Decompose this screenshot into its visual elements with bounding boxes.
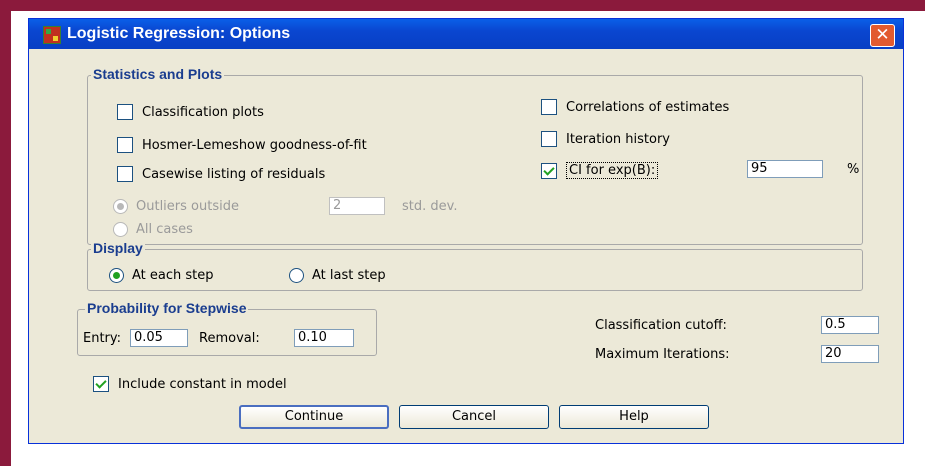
checkbox-box[interactable] bbox=[117, 166, 133, 182]
continue-button[interactable]: Continue bbox=[239, 405, 389, 429]
classification-cutoff-input[interactable]: 0.5 bbox=[821, 316, 879, 334]
cancel-button[interactable]: Cancel bbox=[399, 405, 549, 429]
checkbox-box[interactable] bbox=[117, 104, 133, 120]
spss-app-icon bbox=[43, 26, 61, 44]
entry-input[interactable]: 0.05 bbox=[130, 329, 188, 347]
dialog-title: Logistic Regression: Options bbox=[67, 25, 291, 42]
at-each-step-radio[interactable]: At each step bbox=[109, 268, 214, 283]
ci-level-input[interactable]: 95 bbox=[747, 160, 823, 178]
classification-plots-label: Classification plots bbox=[142, 104, 264, 120]
maximum-iterations-label: Maximum Iterations: bbox=[595, 347, 730, 362]
classification-plots-checkbox[interactable]: Classification plots bbox=[117, 104, 264, 120]
checkbox-box[interactable] bbox=[541, 131, 557, 147]
ci-percent-label: % bbox=[847, 162, 860, 177]
removal-label: Removal: bbox=[199, 331, 260, 346]
display-label: Display bbox=[91, 240, 145, 256]
checkbox-box[interactable] bbox=[541, 162, 557, 179]
correlations-checkbox[interactable]: Correlations of estimates bbox=[541, 99, 729, 115]
stepwise-label: Probability for Stepwise bbox=[85, 300, 249, 316]
iteration-history-checkbox[interactable]: Iteration history bbox=[541, 131, 670, 147]
radio-circle[interactable] bbox=[113, 222, 128, 237]
entry-label: Entry: bbox=[83, 331, 122, 346]
correlations-label: Correlations of estimates bbox=[566, 99, 730, 115]
maximum-iterations-input[interactable]: 20 bbox=[821, 345, 879, 363]
outliers-outside-radio[interactable]: Outliers outside bbox=[113, 199, 239, 214]
ci-exp-b-checkbox[interactable]: CI for exp(B): bbox=[541, 162, 659, 179]
checkbox-box[interactable] bbox=[117, 137, 133, 153]
removal-input[interactable]: 0.10 bbox=[294, 329, 354, 347]
include-constant-label: Include constant in model bbox=[118, 376, 287, 392]
ci-exp-b-label: CI for exp(B): bbox=[566, 162, 659, 179]
include-constant-checkbox[interactable]: Include constant in model bbox=[93, 376, 287, 392]
at-each-step-label: At each step bbox=[132, 268, 214, 283]
hosmer-lemeshow-label: Hosmer-Lemeshow goodness-of-fit bbox=[142, 137, 367, 153]
hosmer-lemeshow-checkbox[interactable]: Hosmer-Lemeshow goodness-of-fit bbox=[117, 137, 367, 153]
dialog-window: Logistic Regression: Options ✕ Statistic… bbox=[28, 18, 904, 444]
at-last-step-label: At last step bbox=[312, 268, 386, 283]
checkbox-box[interactable] bbox=[93, 376, 109, 392]
help-button[interactable]: Help bbox=[559, 405, 709, 429]
radio-circle[interactable] bbox=[109, 268, 124, 283]
radio-circle[interactable] bbox=[113, 199, 128, 214]
statistics-plots-label: Statistics and Plots bbox=[91, 66, 225, 82]
all-cases-radio[interactable]: All cases bbox=[113, 222, 193, 237]
outer-frame-left bbox=[0, 11, 11, 466]
outliers-outside-label: Outliers outside bbox=[136, 199, 239, 214]
checkbox-box[interactable] bbox=[541, 99, 557, 115]
radio-circle[interactable] bbox=[289, 268, 304, 283]
iteration-history-label: Iteration history bbox=[566, 131, 670, 147]
outliers-std-dev-input[interactable]: 2 bbox=[329, 197, 385, 215]
at-last-step-radio[interactable]: At last step bbox=[289, 268, 386, 283]
std-dev-unit-label: std. dev. bbox=[402, 199, 458, 214]
casewise-listing-checkbox[interactable]: Casewise listing of residuals bbox=[117, 166, 325, 182]
casewise-listing-label: Casewise listing of residuals bbox=[142, 166, 326, 182]
close-button[interactable]: ✕ bbox=[870, 24, 895, 47]
all-cases-label: All cases bbox=[136, 222, 193, 237]
outer-frame-top bbox=[0, 0, 925, 11]
classification-cutoff-label: Classification cutoff: bbox=[595, 318, 727, 333]
title-bar[interactable]: Logistic Regression: Options ✕ bbox=[29, 19, 903, 49]
